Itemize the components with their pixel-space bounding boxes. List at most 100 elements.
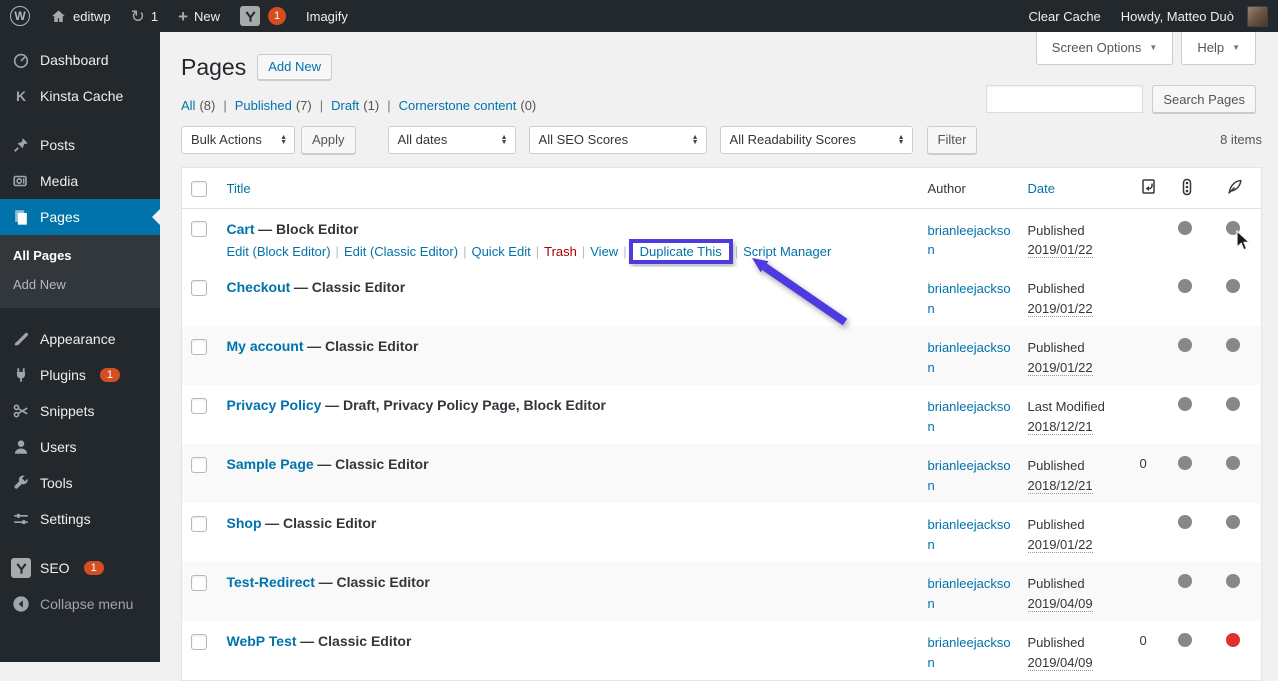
- admin-bar-item-seo-notifications[interactable]: 1: [230, 0, 296, 32]
- sidebar-item-pages[interactable]: Pages: [0, 199, 160, 235]
- page-title-link[interactable]: Test-Redirect: [227, 574, 315, 590]
- plugins-icon: [11, 365, 31, 385]
- table-header-row: Title Author Date: [181, 167, 1262, 209]
- sidebar-item-settings[interactable]: Settings: [0, 501, 160, 537]
- posts-icon: [11, 135, 31, 155]
- bulk-actions-select[interactable]: Bulk Actions ▲ ▼: [181, 125, 295, 154]
- filter-button[interactable]: Filter: [926, 125, 978, 154]
- view-filter-link[interactable]: Published: [235, 98, 292, 113]
- date-value: 2018/12/21: [1027, 477, 1093, 494]
- date-cell: Last Modified 2018/12/21: [1018, 385, 1130, 444]
- author-cell: brianleejackson: [918, 385, 1018, 444]
- sidebar-item-users[interactable]: Users: [0, 429, 160, 465]
- admin-bar-item-updates[interactable]: ↻ 1: [121, 0, 168, 32]
- admin-bar-item-imagify[interactable]: Imagify: [296, 0, 358, 32]
- submenu-item-add-new[interactable]: Add New: [0, 270, 160, 299]
- admin-bar-item-site-name[interactable]: editwp: [40, 0, 121, 32]
- column-title[interactable]: Title: [216, 167, 918, 209]
- author-link[interactable]: brianleejackson: [928, 633, 1014, 672]
- sidebar-item-dashboard[interactable]: Dashboard: [0, 42, 160, 78]
- help-button[interactable]: Help ▼: [1181, 32, 1256, 65]
- submenu-item-all-pages[interactable]: All Pages: [0, 241, 160, 270]
- sidebar-item-collapse[interactable]: Collapse menu: [0, 586, 160, 622]
- view-filter-link[interactable]: Cornerstone content: [399, 98, 517, 113]
- sidebar-item-snippets[interactable]: Snippets: [0, 393, 160, 429]
- sidebar-item-seo[interactable]: SEO 1: [0, 550, 160, 586]
- sidebar-item-kinsta-cache[interactable]: K Kinsta Cache: [0, 78, 160, 114]
- author-link[interactable]: brianleejackson: [928, 574, 1014, 613]
- seo-score-dot: [1177, 220, 1192, 235]
- view-filter-all: All (8): [181, 98, 215, 113]
- row-checkbox[interactable]: [191, 515, 207, 532]
- date-status: Published: [1027, 340, 1085, 356]
- author-link[interactable]: brianleejackson: [928, 456, 1014, 495]
- readability-score-cell: [1216, 385, 1262, 444]
- row-checkbox[interactable]: [191, 221, 207, 238]
- page-title-link[interactable]: My account: [227, 338, 304, 354]
- readability-scores-filter-select[interactable]: All Readability Scores ▲ ▼: [719, 125, 913, 154]
- date-cell: Published 2019/01/22: [1018, 503, 1130, 562]
- readability-score-dot: [1225, 574, 1240, 589]
- page-title-link[interactable]: WebP Test: [227, 633, 297, 649]
- author-link[interactable]: brianleejackson: [928, 515, 1014, 554]
- incoming-links-cell: [1130, 326, 1168, 385]
- author-link[interactable]: brianleejackson: [928, 221, 1014, 260]
- dates-filter-select[interactable]: All dates ▲ ▼: [387, 125, 516, 154]
- chevron-down-icon: ▼: [1149, 43, 1158, 52]
- date-status: Published: [1027, 222, 1085, 238]
- row-checkbox[interactable]: [191, 279, 207, 296]
- dashboard-icon: [11, 50, 31, 70]
- apply-button[interactable]: Apply: [301, 125, 356, 154]
- date-value: 2019/01/22: [1027, 359, 1093, 376]
- row-checkbox[interactable]: [191, 456, 207, 473]
- page-title-link[interactable]: Shop: [227, 515, 262, 531]
- row-action-edit-block-editor-[interactable]: Edit (Block Editor): [227, 244, 331, 259]
- row-checkbox[interactable]: [191, 338, 207, 355]
- sidebar-item-tools[interactable]: Tools: [0, 465, 160, 501]
- select-arrows-icon: ▲ ▼: [691, 133, 699, 146]
- row-action-duplicate-this[interactable]: Duplicate This: [640, 244, 722, 259]
- checkbox-cell: [182, 503, 217, 562]
- author-link[interactable]: brianleejackson: [928, 338, 1014, 377]
- column-date[interactable]: Date: [1017, 167, 1130, 209]
- sidebar-item-appearance[interactable]: Appearance: [0, 321, 160, 357]
- row-action-quick-edit[interactable]: Quick Edit: [471, 244, 530, 259]
- seo-score-cell: [1168, 562, 1216, 621]
- row-action-edit-classic-editor-[interactable]: Edit (Classic Editor): [344, 244, 458, 259]
- page-title-link[interactable]: Sample Page: [227, 456, 314, 472]
- search-input[interactable]: [986, 85, 1144, 113]
- view-filter-link[interactable]: All: [181, 98, 195, 113]
- row-action-script-manager[interactable]: Script Manager: [743, 244, 831, 259]
- row-action-trash[interactable]: Trash: [544, 244, 577, 259]
- admin-bar-item-my-account[interactable]: Howdy, Matteo Duò: [1111, 0, 1278, 32]
- admin-bar-item-new-content[interactable]: + New: [168, 0, 230, 32]
- admin-bar: Weditwp ↻ 1 + New 1 Imagify Clear Cache Howdy, …: [0, 0, 1278, 32]
- page-title-link[interactable]: Checkout: [227, 279, 291, 295]
- users-icon: [11, 437, 31, 457]
- author-link[interactable]: brianleejackson: [928, 397, 1014, 436]
- list-toolbar: Bulk Actions ▲ ▼ Apply All dates ▲ ▼ All S…: [181, 125, 1262, 154]
- seo-scores-filter-select[interactable]: All SEO Scores ▲ ▼: [528, 125, 707, 154]
- admin-bar-item-wordpress-logo[interactable]: W: [0, 0, 40, 32]
- screen-options-button[interactable]: Screen Options ▼: [1035, 32, 1174, 65]
- column-seo-score: [1167, 167, 1216, 209]
- page-title-link[interactable]: Cart: [227, 221, 255, 237]
- page-title-link[interactable]: Privacy Policy: [227, 397, 322, 413]
- add-new-button[interactable]: Add New: [257, 54, 332, 81]
- select-all-checkbox-cell: [181, 167, 217, 209]
- search-pages-button[interactable]: Search Pages: [1152, 85, 1256, 113]
- author-link[interactable]: brianleejackson: [928, 279, 1014, 318]
- readability-score-dot: [1225, 633, 1240, 648]
- sidebar-item-posts[interactable]: Posts: [0, 127, 160, 163]
- sidebar-item-plugins[interactable]: Plugins 1: [0, 357, 160, 393]
- title-cell: WebP Test — Classic Editor: [217, 621, 918, 680]
- select-all-checkbox[interactable]: [191, 180, 207, 197]
- sidebar-item-media[interactable]: Media: [0, 163, 160, 199]
- admin-bar-item-clear-cache[interactable]: Clear Cache: [1019, 0, 1111, 32]
- view-filter-link[interactable]: Draft: [331, 98, 359, 113]
- row-checkbox[interactable]: [191, 574, 207, 591]
- row-action-view[interactable]: View: [590, 244, 618, 259]
- row-checkbox[interactable]: [191, 633, 207, 650]
- post-state: — Classic Editor: [300, 633, 412, 650]
- row-checkbox[interactable]: [191, 397, 207, 414]
